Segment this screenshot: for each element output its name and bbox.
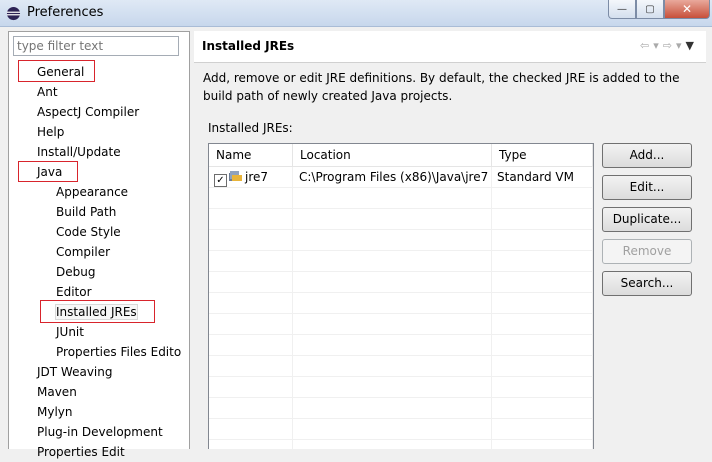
tree-item-label: Appearance bbox=[56, 185, 129, 199]
empty-row bbox=[209, 335, 593, 356]
cell-name: ✓ jre7 bbox=[209, 167, 293, 188]
remove-button-label: Remove bbox=[622, 244, 672, 258]
installed-jres-table[interactable]: Name Location Type ✓ jre7 C:\Program File… bbox=[208, 143, 594, 449]
empty-row bbox=[209, 377, 593, 398]
close-button[interactable]: ✕ bbox=[664, 0, 710, 19]
empty-row bbox=[209, 272, 593, 293]
tree-item-properties-files-editor[interactable]: Properties Files Edito bbox=[9, 342, 189, 362]
tree-item-build-path[interactable]: Build Path bbox=[9, 202, 189, 222]
duplicate-button-label: Duplicate... bbox=[612, 212, 682, 226]
empty-row bbox=[209, 188, 593, 209]
empty-row bbox=[209, 230, 593, 251]
remove-button[interactable]: Remove bbox=[602, 239, 692, 264]
back-menu-chevron-icon[interactable]: ▾ bbox=[653, 39, 659, 52]
tree-item-properties-editor[interactable]: Properties Edit bbox=[9, 442, 189, 462]
table-header: Name Location Type bbox=[209, 144, 593, 167]
empty-row bbox=[209, 440, 593, 449]
tree-item-jdt-weaving[interactable]: JDT Weaving bbox=[9, 362, 189, 382]
tree-item-aspectj-compiler[interactable]: AspectJ Compiler bbox=[9, 102, 189, 122]
tree-item-label: Maven bbox=[37, 385, 77, 399]
table-row[interactable]: ✓ jre7 C:\Program Files (x86)\Java\jre7 S… bbox=[209, 167, 593, 188]
tree-item-installed-jres[interactable]: Installed JREs bbox=[9, 302, 189, 322]
jre-name: jre7 bbox=[245, 170, 269, 184]
duplicate-button[interactable]: Duplicate... bbox=[602, 207, 692, 232]
tree-item-compiler[interactable]: Compiler bbox=[9, 242, 189, 262]
tree-item-general[interactable]: General bbox=[9, 62, 189, 82]
page-header: Installed JREs ⇦ ▾ ⇨ ▾ ▼ bbox=[194, 31, 706, 63]
installed-jres-label: Installed JREs: bbox=[208, 121, 293, 135]
tree-item-label: Debug bbox=[56, 265, 96, 279]
tree-item-label: Help bbox=[37, 125, 65, 139]
tree-item-java[interactable]: Java bbox=[9, 162, 189, 182]
eclipse-icon bbox=[6, 6, 21, 21]
tree-item-label: General bbox=[37, 65, 85, 79]
filter-input[interactable] bbox=[13, 36, 179, 56]
tree-item-label: Compiler bbox=[56, 245, 111, 259]
preferences-tree: General Ant AspectJ Compiler Help Instal… bbox=[9, 62, 189, 462]
tree-item-label: Installed JREs bbox=[55, 304, 138, 320]
column-header-type[interactable]: Type bbox=[492, 144, 593, 167]
tree-item-label: JUnit bbox=[56, 325, 84, 339]
jre-library-icon bbox=[229, 171, 242, 181]
cell-type: Standard VM bbox=[492, 167, 593, 188]
empty-row bbox=[209, 356, 593, 377]
tree-item-label: Code Style bbox=[56, 225, 121, 239]
tree-item-label: Plug-in Development bbox=[37, 425, 163, 439]
tree-item-label: Properties Edit bbox=[37, 445, 125, 459]
empty-row bbox=[209, 209, 593, 230]
view-menu-chevron-icon[interactable]: ▼ bbox=[686, 39, 694, 52]
page-title: Installed JREs bbox=[202, 39, 295, 53]
tree-item-maven[interactable]: Maven bbox=[9, 382, 189, 402]
tree-item-label: Properties Files Edito bbox=[56, 345, 182, 359]
forward-arrow-icon[interactable]: ⇨ bbox=[663, 39, 672, 52]
edit-button[interactable]: Edit... bbox=[602, 175, 692, 200]
tree-item-help[interactable]: Help bbox=[9, 122, 189, 142]
search-button-label: Search... bbox=[620, 276, 674, 290]
back-arrow-icon[interactable]: ⇦ bbox=[640, 39, 649, 52]
cell-location: C:\Program Files (x86)\Java\jre7 bbox=[293, 167, 492, 188]
window-title: Preferences bbox=[27, 5, 104, 20]
column-header-location[interactable]: Location bbox=[293, 144, 492, 167]
tree-item-label: Install/Update bbox=[37, 145, 121, 159]
tree-item-code-style[interactable]: Code Style bbox=[9, 222, 189, 242]
empty-row bbox=[209, 314, 593, 335]
tree-item-mylyn[interactable]: Mylyn bbox=[9, 402, 189, 422]
tree-item-install-update[interactable]: Install/Update bbox=[9, 142, 189, 162]
tree-item-junit[interactable]: JUnit bbox=[9, 322, 189, 342]
empty-row bbox=[209, 293, 593, 314]
maximize-button[interactable]: ▢ bbox=[636, 0, 664, 19]
empty-row bbox=[209, 398, 593, 419]
tree-item-label: Mylyn bbox=[37, 405, 73, 419]
tree-item-ant[interactable]: Ant bbox=[9, 82, 189, 102]
tree-item-label: AspectJ Compiler bbox=[37, 105, 140, 119]
tree-item-label: Ant bbox=[37, 85, 58, 99]
add-button[interactable]: Add... bbox=[602, 143, 692, 168]
page-description: Add, remove or edit JRE definitions. By … bbox=[203, 69, 693, 105]
edit-button-label: Edit... bbox=[629, 180, 665, 194]
window-controls: — ▢ ✕ bbox=[608, 0, 710, 19]
tree-item-label: Editor bbox=[56, 285, 92, 299]
column-header-name[interactable]: Name bbox=[209, 144, 293, 167]
forward-menu-chevron-icon[interactable]: ▾ bbox=[676, 39, 682, 52]
minimize-button[interactable]: — bbox=[608, 0, 636, 19]
add-button-label: Add... bbox=[629, 148, 665, 162]
tree-item-appearance[interactable]: Appearance bbox=[9, 182, 189, 202]
tree-item-debug[interactable]: Debug bbox=[9, 262, 189, 282]
search-button[interactable]: Search... bbox=[602, 271, 692, 296]
description-line: build path of newly created Java project… bbox=[203, 89, 453, 103]
jre-checkbox[interactable]: ✓ bbox=[214, 174, 227, 187]
tree-item-label: JDT Weaving bbox=[37, 365, 113, 379]
description-line: Add, remove or edit JRE definitions. By … bbox=[203, 71, 680, 85]
empty-row bbox=[209, 419, 593, 440]
tree-item-label: Java bbox=[37, 165, 63, 179]
history-navigation: ⇦ ▾ ⇨ ▾ ▼ bbox=[640, 39, 694, 52]
empty-row bbox=[209, 251, 593, 272]
tree-item-plugin-development[interactable]: Plug-in Development bbox=[9, 422, 189, 442]
installed-jres-label-text: Installed JREs: bbox=[208, 121, 293, 135]
title-bar: Preferences — ▢ ✕ bbox=[0, 0, 712, 27]
preferences-tree-panel: General Ant AspectJ Compiler Help Instal… bbox=[8, 31, 190, 459]
tree-item-label: Build Path bbox=[56, 205, 117, 219]
tree-item-editor[interactable]: Editor bbox=[9, 282, 189, 302]
